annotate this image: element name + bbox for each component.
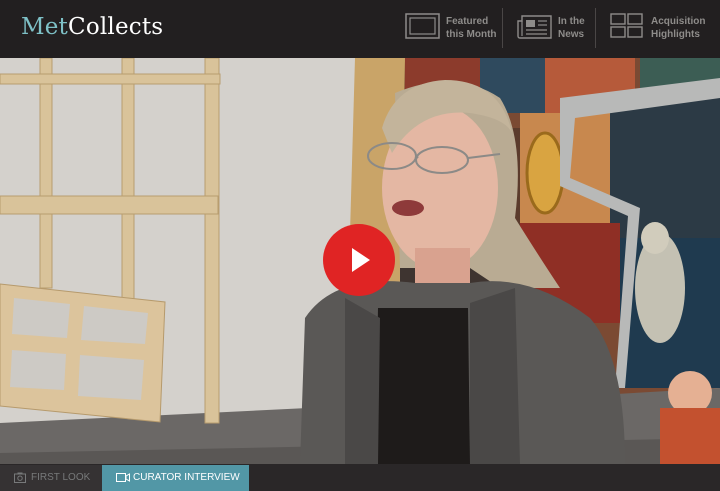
video-tab-bar: FIRST LOOK CURATOR INTERVIEW	[0, 464, 720, 491]
nav-news-line1: In the	[558, 16, 585, 27]
camera-icon	[14, 472, 26, 483]
play-icon	[352, 248, 370, 272]
monitor-icon	[405, 13, 440, 39]
nav-acquisition-highlights[interactable]: Acquisition Highlights	[610, 7, 710, 49]
nav-in-the-news[interactable]: In the News	[517, 7, 587, 49]
nav-divider	[595, 8, 596, 48]
video-camera-icon	[116, 473, 130, 482]
tab-first-look-label: FIRST LOOK	[31, 472, 91, 483]
nav-acquisition-line2: Highlights	[651, 29, 700, 40]
play-button[interactable]	[323, 224, 395, 296]
video-player[interactable]	[0, 58, 720, 464]
header: MetCollects Featured this Month In the N…	[0, 0, 720, 58]
tab-curator-interview-label: CURATOR INTERVIEW	[133, 472, 240, 483]
tab-first-look[interactable]: FIRST LOOK	[0, 465, 102, 491]
metcollects-logo[interactable]: MetCollects	[21, 14, 163, 40]
tab-curator-interview[interactable]: CURATOR INTERVIEW	[102, 465, 249, 491]
nav-featured-line2: this Month	[446, 29, 497, 40]
logo-suffix: Collects	[68, 14, 164, 40]
nav-divider	[502, 8, 503, 48]
nav-news-line2: News	[558, 29, 585, 40]
grid-icon	[610, 13, 643, 38]
nav-featured-this-month[interactable]: Featured this Month	[404, 7, 497, 49]
newspaper-icon	[517, 15, 552, 39]
nav-acquisition-line1: Acquisition	[651, 16, 706, 27]
nav-featured-line1: Featured	[446, 16, 489, 27]
logo-prefix: Met	[21, 14, 69, 40]
